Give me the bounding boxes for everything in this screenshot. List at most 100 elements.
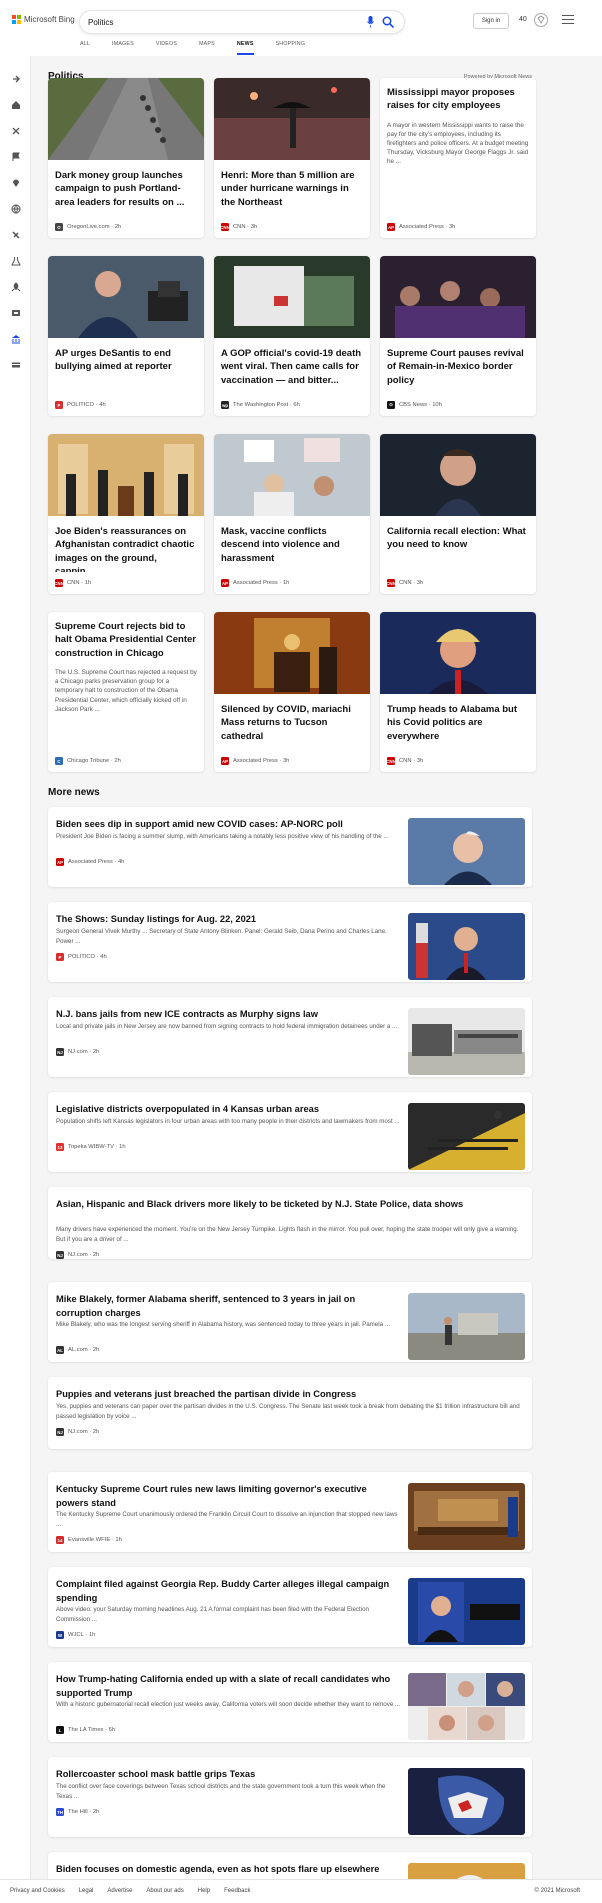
tab-images[interactable]: IMAGES: [112, 41, 134, 55]
sign-in-button[interactable]: Sign in: [473, 13, 509, 29]
news-card[interactable]: Supreme Court pauses revival of Remain-i…: [380, 256, 536, 416]
more-news-title-link[interactable]: Kentucky Supreme Court rules new laws li…: [56, 1483, 401, 1510]
news-card-image[interactable]: [380, 256, 536, 338]
more-news-item[interactable]: Mike Blakely, former Alabama sheriff, se…: [48, 1282, 532, 1362]
tab-shopping[interactable]: SHOPPING: [276, 41, 306, 55]
source-name: The LA Times: [68, 1727, 104, 1733]
more-news-item[interactable]: Rollercoaster school mask battle grips T…: [48, 1757, 532, 1837]
flask-icon[interactable]: [8, 253, 23, 268]
more-news-image[interactable]: [408, 1578, 525, 1645]
bing-logo[interactable]: Microsoft Bing: [12, 15, 75, 24]
more-news-title-link[interactable]: The Shows: Sunday listings for Aug. 22, …: [56, 913, 401, 927]
home-icon[interactable]: [8, 97, 23, 112]
more-news-item[interactable]: Puppies and veterans just breached the p…: [48, 1377, 532, 1449]
news-card[interactable]: Mask, vaccine conflicts descend into vio…: [214, 434, 370, 594]
news-card[interactable]: Mississippi mayor proposes raises for ci…: [380, 78, 536, 238]
more-news-title-link[interactable]: Puppies and veterans just breached the p…: [56, 1388, 524, 1402]
news-card[interactable]: A GOP official's covid-19 death went vir…: [214, 256, 370, 416]
news-card-image[interactable]: [214, 78, 370, 160]
news-card[interactable]: AP urges DeSantis to end bullying aimed …: [48, 256, 204, 416]
more-news-item[interactable]: Legislative districts overpopulated in 4…: [48, 1092, 532, 1172]
tab-maps[interactable]: MAPS: [199, 41, 215, 55]
sparkle-icon[interactable]: [8, 123, 23, 138]
more-news-image[interactable]: [408, 1483, 525, 1550]
tab-news[interactable]: NEWS: [236, 41, 254, 55]
more-news-title-link[interactable]: Asian, Hispanic and Black drivers more l…: [56, 1198, 524, 1212]
news-card-image[interactable]: [48, 256, 204, 338]
news-card[interactable]: Henri: More than 5 million are under hur…: [214, 78, 370, 238]
news-card[interactable]: Trump heads to Alabama but his Covid pol…: [380, 612, 536, 772]
tab-all[interactable]: ALL: [80, 41, 90, 55]
search-input[interactable]: [88, 15, 328, 29]
news-card-title[interactable]: Supreme Court rejects bid to halt Obama …: [48, 612, 204, 660]
film-icon[interactable]: [8, 305, 23, 320]
footer-link-privacy-and-cookies[interactable]: Privacy and Cookies: [10, 1888, 65, 1894]
news-card-title[interactable]: Supreme Court pauses revival of Remain-i…: [380, 338, 536, 394]
more-news-item[interactable]: Kentucky Supreme Court rules new laws li…: [48, 1472, 532, 1552]
news-card-image[interactable]: [380, 612, 536, 694]
more-news-image[interactable]: [408, 1008, 525, 1075]
more-news-title-link[interactable]: N.J. bans jails from new ICE contracts a…: [56, 1008, 401, 1022]
footer-link-help[interactable]: Help: [198, 1888, 210, 1894]
footer-link-about-our-ads[interactable]: About our ads: [146, 1888, 183, 1894]
more-news-image[interactable]: [408, 1103, 525, 1170]
more-news-item[interactable]: Complaint filed against Georgia Rep. Bud…: [48, 1567, 532, 1647]
news-card-image[interactable]: [380, 434, 536, 516]
pin-icon[interactable]: [8, 175, 23, 190]
news-card-title[interactable]: Silenced by COVID, mariachi Mass returns…: [214, 694, 370, 750]
news-card-title[interactable]: A GOP official's covid-19 death went vir…: [214, 338, 370, 394]
more-news-image[interactable]: [408, 913, 525, 980]
news-card-title[interactable]: Joe Biden's reassurances on Afghanistan …: [48, 516, 204, 572]
news-card-image[interactable]: [214, 612, 370, 694]
more-news-image[interactable]: [408, 1293, 525, 1360]
rocket-icon[interactable]: [8, 279, 23, 294]
news-card[interactable]: Silenced by COVID, mariachi Mass returns…: [214, 612, 370, 772]
microphone-icon[interactable]: [367, 16, 374, 28]
more-news-title-link[interactable]: Complaint filed against Georgia Rep. Bud…: [56, 1578, 401, 1605]
more-news-item[interactable]: Biden sees dip in support amid new COVID…: [48, 807, 532, 887]
more-news-item[interactable]: N.J. bans jails from new ICE contracts a…: [48, 997, 532, 1077]
more-news-title-link[interactable]: Rollercoaster school mask battle grips T…: [56, 1768, 401, 1782]
news-card-title[interactable]: Mississippi mayor proposes raises for ci…: [380, 78, 536, 113]
more-news-image[interactable]: [408, 1673, 525, 1740]
news-card-image[interactable]: [48, 434, 204, 516]
news-card-image[interactable]: [48, 78, 204, 160]
flag-icon[interactable]: [8, 149, 23, 164]
more-news-title-link[interactable]: Legislative districts overpopulated in 4…: [56, 1103, 401, 1117]
footer-link-advertise[interactable]: Advertise: [107, 1888, 132, 1894]
search-icon[interactable]: [382, 16, 394, 28]
more-news-title-link[interactable]: Biden focuses on domestic agenda, even a…: [56, 1863, 401, 1877]
news-card[interactable]: Joe Biden's reassurances on Afghanistan …: [48, 434, 204, 594]
footer-link-feedback[interactable]: Feedback: [224, 1888, 250, 1894]
more-news-item[interactable]: Asian, Hispanic and Black drivers more l…: [48, 1187, 532, 1259]
hamburger-menu-icon[interactable]: [562, 15, 574, 25]
more-news-image[interactable]: [408, 818, 525, 885]
news-card-title[interactable]: Trump heads to Alabama but his Covid pol…: [380, 694, 536, 750]
footer-link-legal[interactable]: Legal: [79, 1888, 94, 1894]
news-card[interactable]: Dark money group launches campaign to pu…: [48, 78, 204, 238]
bank-icon[interactable]: [8, 331, 23, 346]
news-card-title[interactable]: Dark money group launches campaign to pu…: [48, 160, 204, 216]
rewards-count[interactable]: 40: [519, 16, 527, 23]
money-icon[interactable]: [8, 357, 23, 372]
news-card-title[interactable]: California recall election: What you nee…: [380, 516, 536, 572]
news-card-image[interactable]: [214, 256, 370, 338]
more-news-title-link[interactable]: Mike Blakely, former Alabama sheriff, se…: [56, 1293, 401, 1320]
news-card[interactable]: Supreme Court rejects bid to halt Obama …: [48, 612, 204, 772]
news-card-title[interactable]: Mask, vaccine conflicts descend into vio…: [214, 516, 370, 572]
arrow-right-icon[interactable]: [8, 71, 23, 86]
globe-icon[interactable]: [8, 201, 23, 216]
medical-icon[interactable]: [8, 227, 23, 242]
news-card-image[interactable]: [214, 434, 370, 516]
rewards-icon[interactable]: [533, 12, 549, 28]
news-card-source: C Chicago Tribune · 2h: [55, 757, 121, 765]
news-card-title[interactable]: AP urges DeSantis to end bullying aimed …: [48, 338, 204, 394]
tab-videos[interactable]: VIDEOS: [156, 41, 177, 55]
more-news-image[interactable]: [408, 1768, 525, 1835]
news-card-title[interactable]: Henri: More than 5 million are under hur…: [214, 160, 370, 216]
more-news-title-link[interactable]: Biden sees dip in support amid new COVID…: [56, 818, 401, 832]
more-news-item[interactable]: How Trump-hating California ended up wit…: [48, 1662, 532, 1742]
more-news-item[interactable]: The Shows: Sunday listings for Aug. 22, …: [48, 902, 532, 982]
news-card[interactable]: California recall election: What you nee…: [380, 434, 536, 594]
more-news-title-link[interactable]: How Trump-hating California ended up wit…: [56, 1673, 401, 1700]
